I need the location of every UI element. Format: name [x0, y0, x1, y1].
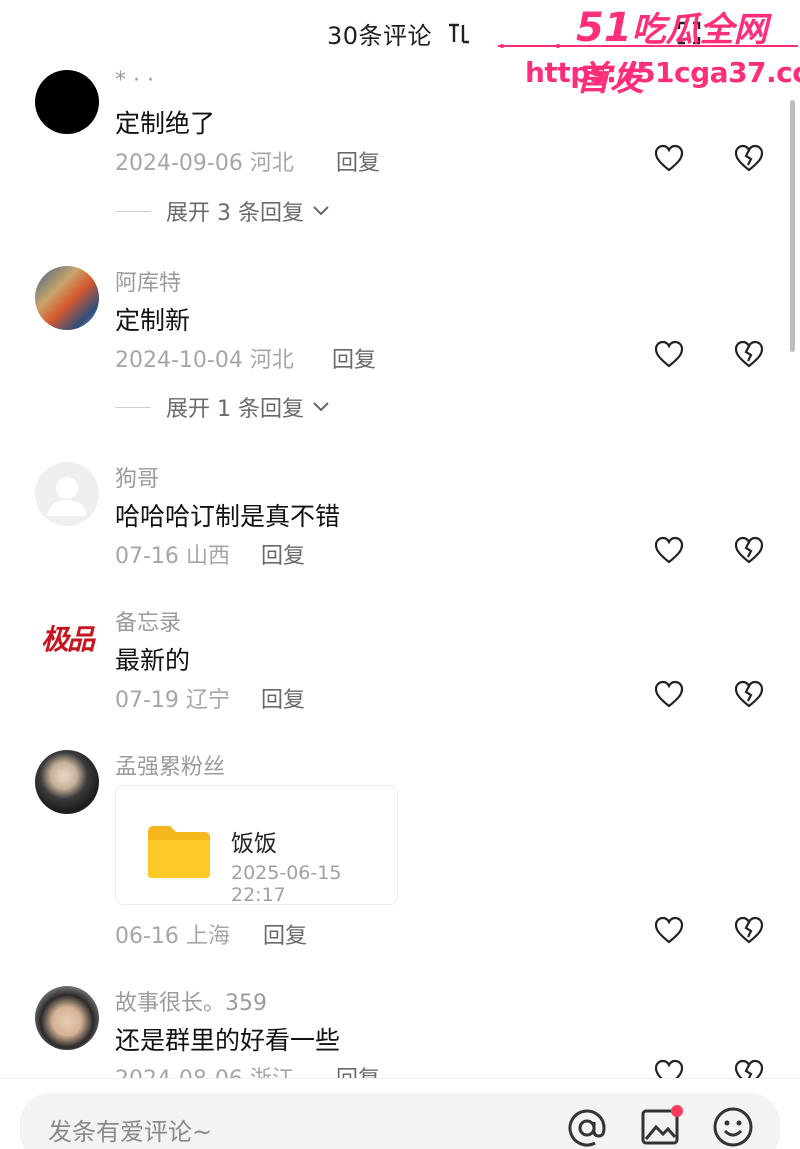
- comment-input-placeholder[interactable]: 发条有爱评论~: [48, 1112, 212, 1147]
- comment-location: 河北: [249, 348, 294, 373]
- reply-button[interactable]: 回复: [332, 342, 376, 374]
- user-silhouette-icon: [47, 477, 87, 516]
- file-name: 饭饭: [231, 831, 277, 857]
- comment-date: 2024-09-06: [115, 151, 243, 176]
- avatar[interactable]: [35, 750, 99, 814]
- comment-text: 定制新: [115, 306, 191, 335]
- avatar-calligraphy: 极品: [40, 623, 95, 656]
- default-avatar[interactable]: [35, 462, 99, 526]
- chevron-down-icon: [313, 402, 329, 412]
- comment-username[interactable]: 狗哥: [115, 461, 159, 493]
- avatar[interactable]: [35, 70, 99, 134]
- expand-replies-button[interactable]: 展开 3 条回复: [115, 196, 330, 226]
- scrollbar[interactable]: [790, 100, 795, 352]
- expand-divider: [115, 406, 151, 408]
- watermark-url: https://51cga37.com: [525, 56, 800, 89]
- comment-username[interactable]: 阿库特: [115, 265, 181, 297]
- notification-dot: [671, 1105, 683, 1117]
- heart-icon[interactable]: [653, 679, 685, 709]
- heart-icon[interactable]: [653, 339, 685, 369]
- comment-date: 07-19: [115, 688, 179, 713]
- comment-location: 山西: [185, 544, 230, 569]
- expand-replies-label: 展开 1 条回复: [166, 397, 304, 422]
- avatar[interactable]: [35, 266, 99, 330]
- broken-heart-icon[interactable]: [733, 915, 765, 945]
- heart-icon[interactable]: [653, 915, 685, 945]
- comment-location: 河北: [249, 151, 294, 176]
- comment-date: 07-16: [115, 544, 179, 569]
- comment-username[interactable]: * · ·: [115, 68, 154, 93]
- comments-count-title: 30条评论: [327, 22, 433, 50]
- comment-username[interactable]: 孟强累粉丝: [115, 749, 225, 781]
- file-date: 2025-06-15 22:17: [231, 862, 342, 906]
- folder-icon: [148, 826, 210, 878]
- comment-text: 还是群里的好看一些: [115, 1026, 341, 1055]
- broken-heart-icon[interactable]: [733, 339, 765, 369]
- comment-username[interactable]: 备忘录: [115, 605, 181, 637]
- comment-meta: 07-19 辽宁: [115, 682, 230, 714]
- reply-button[interactable]: 回复: [261, 538, 305, 570]
- avatar[interactable]: [35, 986, 99, 1050]
- comment-text: 定制绝了: [115, 109, 216, 138]
- comment-date: 2024-10-04: [115, 348, 243, 373]
- reply-button[interactable]: 回复: [263, 918, 307, 950]
- comment-meta: 2024-10-04 河北: [115, 342, 294, 374]
- comment-location: 辽宁: [185, 688, 230, 713]
- sort-icon[interactable]: [446, 20, 472, 46]
- comment-meta: 06-16 上海: [115, 918, 230, 950]
- emoji-icon[interactable]: [712, 1106, 754, 1148]
- reply-button[interactable]: 回复: [261, 682, 305, 714]
- comment-text: 哈哈哈订制是真不错: [115, 502, 341, 531]
- comment-location: 上海: [185, 924, 230, 949]
- shared-file-card[interactable]: 饭饭 2025-06-15 22:17: [115, 785, 398, 906]
- heart-icon[interactable]: [653, 535, 685, 565]
- comment-meta: 07-16 山西: [115, 538, 230, 570]
- comment-date: 06-16: [115, 924, 179, 949]
- watermark-line: [498, 44, 798, 48]
- comment-text: 最新的: [115, 646, 191, 675]
- expand-divider: [115, 210, 151, 212]
- comment-username[interactable]: 故事很长。359: [115, 985, 267, 1017]
- broken-heart-icon[interactable]: [733, 143, 765, 173]
- broken-heart-icon[interactable]: [733, 679, 765, 709]
- comment-meta: 2024-09-06 河北: [115, 145, 294, 177]
- expand-replies-label: 展开 3 条回复: [166, 201, 304, 226]
- chevron-down-icon: [313, 206, 329, 216]
- expand-replies-button[interactable]: 展开 1 条回复: [115, 392, 330, 422]
- avatar[interactable]: 极品: [35, 606, 99, 670]
- reply-button[interactable]: 回复: [336, 145, 380, 177]
- heart-icon[interactable]: [653, 143, 685, 173]
- broken-heart-icon[interactable]: [733, 535, 765, 565]
- at-mention-icon[interactable]: [566, 1107, 608, 1149]
